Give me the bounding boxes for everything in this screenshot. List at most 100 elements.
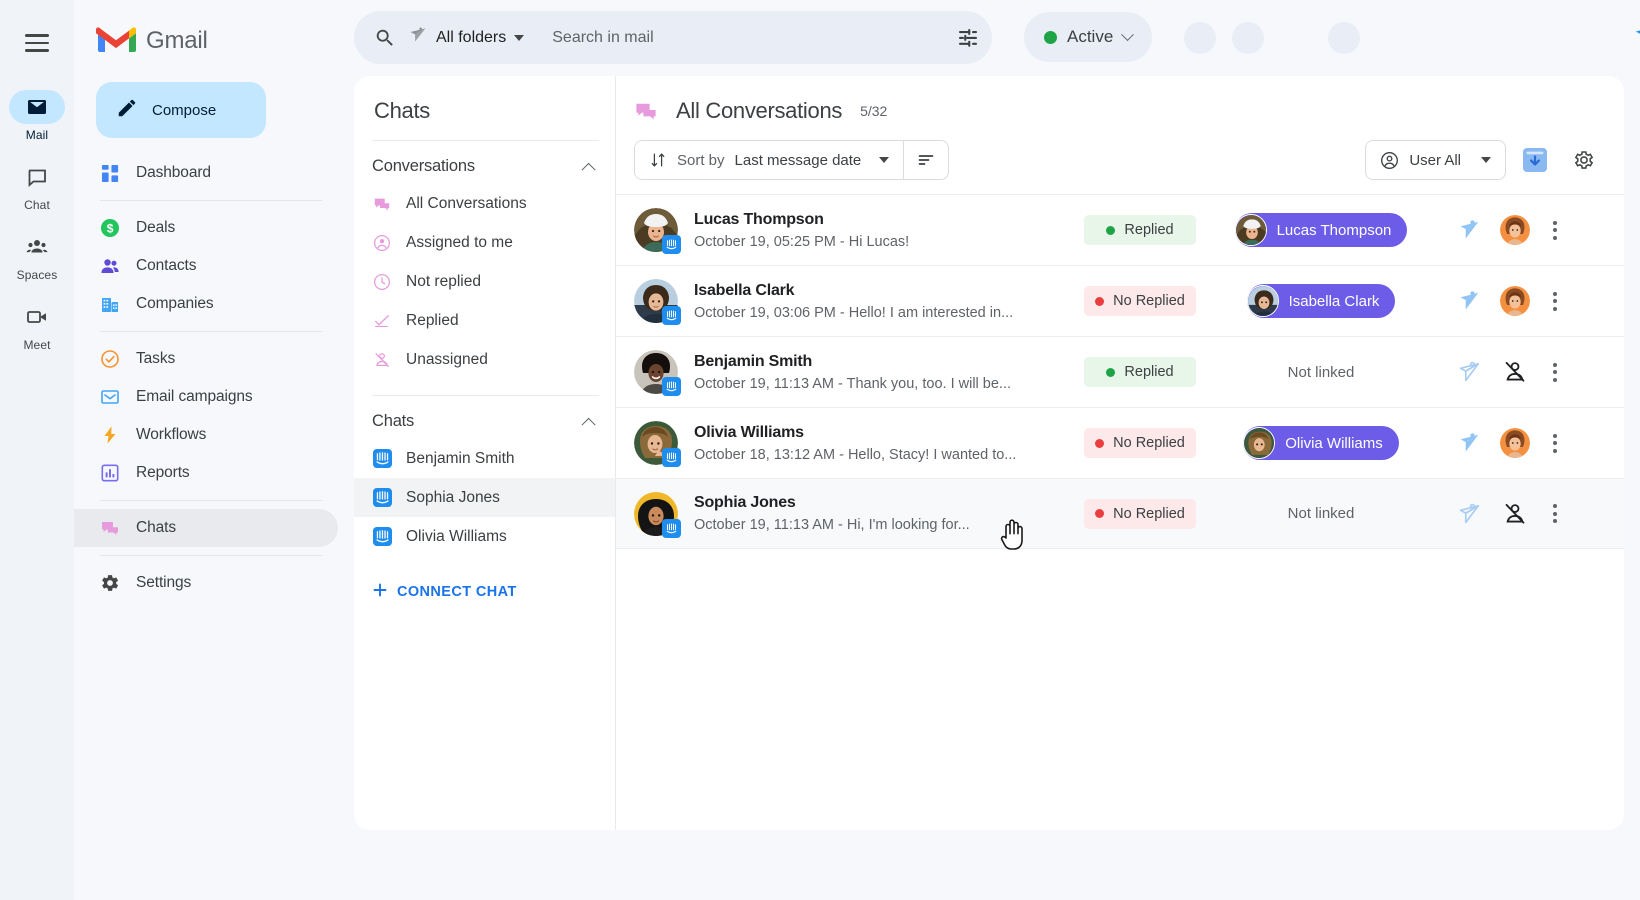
nethunt-link-button[interactable] [1446,501,1492,527]
row-text: Olivia Williams October 18, 13:12 AM - H… [694,424,1084,463]
rail-item-meet[interactable]: Meet [7,300,67,352]
sidebar-item-label: Companies [136,295,214,313]
sidebar-item-contacts[interactable]: Contacts [74,247,338,285]
rail-item-label: Meet [23,338,50,352]
sort-order-button[interactable] [904,141,948,179]
sidebar-item-label: Email campaigns [136,388,253,406]
sidebar-item-tasks[interactable]: Tasks [74,340,338,378]
download-button[interactable] [1516,141,1554,179]
search-input[interactable]: All folders Search in mail [396,25,956,50]
nethunt-link-button[interactable] [1446,217,1492,243]
nethunt-link-button[interactable] [1446,288,1492,314]
more-vertical-icon[interactable] [1538,504,1572,523]
chats-filter-replied[interactable]: Replied [354,301,615,340]
assignee-button[interactable] [1492,286,1538,316]
user-filter-dropdown[interactable]: User All [1365,140,1506,180]
sidebar-item-deals[interactable]: $ Deals [74,209,338,247]
assignee-button[interactable] [1492,501,1538,527]
folder-selector[interactable]: All folders [408,25,524,50]
table-row[interactable]: Olivia Williams October 18, 13:12 AM - H… [616,407,1624,478]
more-vertical-icon[interactable] [1538,292,1572,311]
chats-filter-assigned-to-me[interactable]: Assigned to me [354,223,615,262]
spaces-icon [9,230,65,264]
linked-record[interactable]: Lucas Thompson [1196,213,1446,247]
linked-record[interactable]: Olivia Williams [1196,426,1446,460]
placeholder-icon-3[interactable] [1328,22,1360,54]
status-selector[interactable]: Active [1024,12,1152,62]
sidebar-item-dashboard[interactable]: Dashboard [74,154,338,192]
more-vertical-icon[interactable] [1538,434,1572,453]
record-chip[interactable]: Lucas Thompson [1235,213,1408,247]
assignee-button[interactable] [1492,359,1538,385]
compose-label: Compose [152,102,216,119]
sidebar-item-label: Chats [136,519,176,537]
chevron-up-icon[interactable] [582,162,596,176]
status-badge: No Replied [1084,286,1196,316]
mail-icon [9,90,65,124]
nethunt-logo-icon [408,25,428,50]
sidebar-item-workflows[interactable]: Workflows [74,416,338,454]
sidebar-item-email-campaigns[interactable]: Email campaigns [74,378,338,416]
table-row[interactable]: Sophia Jones October 19, 11:13 AM - Hi, … [616,478,1624,549]
chats-filter-unassigned[interactable]: Unassigned [354,340,615,379]
tasks-check-circle-icon [100,349,120,369]
nethunt-outline-icon [1456,359,1482,385]
nethunt-logo-icon[interactable] [1631,20,1640,59]
person-crossed-icon [372,350,392,370]
compose-button[interactable]: Compose [96,82,266,138]
filter-options-icon[interactable] [956,26,980,50]
rail-item-mail[interactable]: Mail [7,90,67,142]
chats-panel-title: Chats [354,76,615,124]
table-row[interactable]: Lucas Thompson October 19, 05:25 PM - Hi… [616,194,1624,265]
search-icon[interactable] [374,27,396,49]
sidebar-item-companies[interactable]: Companies [74,285,338,323]
status-dot-icon [1095,297,1104,306]
table-row[interactable]: Isabella Clark October 19, 03:06 PM - He… [616,265,1624,336]
status-dot-icon [1106,368,1115,377]
status-badge: No Replied [1084,499,1196,529]
chat-account-benjamin-smith[interactable]: Benjamin Smith [354,439,615,478]
chevron-down-icon [1121,28,1134,41]
intercom-icon [662,377,681,396]
placeholder-icon-2[interactable] [1232,22,1264,54]
chats-filter-all-conversations[interactable]: All Conversations [354,184,615,223]
nethunt-link-button[interactable] [1446,359,1492,385]
assignee-button[interactable] [1492,428,1538,458]
more-vertical-icon[interactable] [1538,363,1572,382]
sidebar-item-chats[interactable]: Chats [74,509,338,547]
more-vertical-icon[interactable] [1538,221,1572,240]
linked-record[interactable]: Isabella Clark [1196,284,1446,318]
nethunt-filled-icon [1456,217,1482,243]
chat-account-sophia-jones[interactable]: Sophia Jones [354,478,615,517]
search-bar[interactable]: All folders Search in mail [354,11,992,64]
sort-by-dropdown[interactable]: Sort by Last message date [635,141,903,179]
sidebar-item-reports[interactable]: Reports [74,454,338,492]
linked-record: Not linked [1196,505,1446,522]
avatar [1235,214,1267,246]
chevron-down-icon [1481,157,1491,163]
app-root: Mail Chat Spaces Meet [0,0,1640,900]
group-header-chats[interactable]: Chats [354,396,615,439]
assignee-button[interactable] [1492,215,1538,245]
message-snippet: October 19, 11:13 AM - Hi, I'm looking f… [694,517,1084,533]
dashboard-icon [100,163,120,183]
rail-item-spaces[interactable]: Spaces [7,230,67,282]
rail-item-chat[interactable]: Chat [7,160,67,212]
record-chip[interactable]: Olivia Williams [1243,426,1399,460]
chats-bubbles-icon [100,518,120,538]
table-row[interactable]: Benjamin Smith October 19, 11:13 AM - Th… [616,336,1624,407]
placeholder-icon-1[interactable] [1184,22,1216,54]
chevron-up-icon[interactable] [582,417,596,431]
connect-chat-button[interactable]: CONNECT CHAT [354,556,615,602]
record-chip[interactable]: Isabella Clark [1247,284,1396,318]
hamburger-icon[interactable] [16,22,58,64]
nethunt-link-button[interactable] [1446,430,1492,456]
sidebar-item-settings[interactable]: Settings [74,564,338,602]
svg-text:$: $ [107,222,114,236]
settings-button[interactable] [1564,141,1602,179]
chat-account-label: Sophia Jones [406,489,500,507]
sort-group: Sort by Last message date [634,140,949,180]
chats-filter-not-replied[interactable]: Not replied [354,262,615,301]
chat-account-olivia-williams[interactable]: Olivia Williams [354,517,615,556]
group-header-conversations[interactable]: Conversations [354,141,615,184]
